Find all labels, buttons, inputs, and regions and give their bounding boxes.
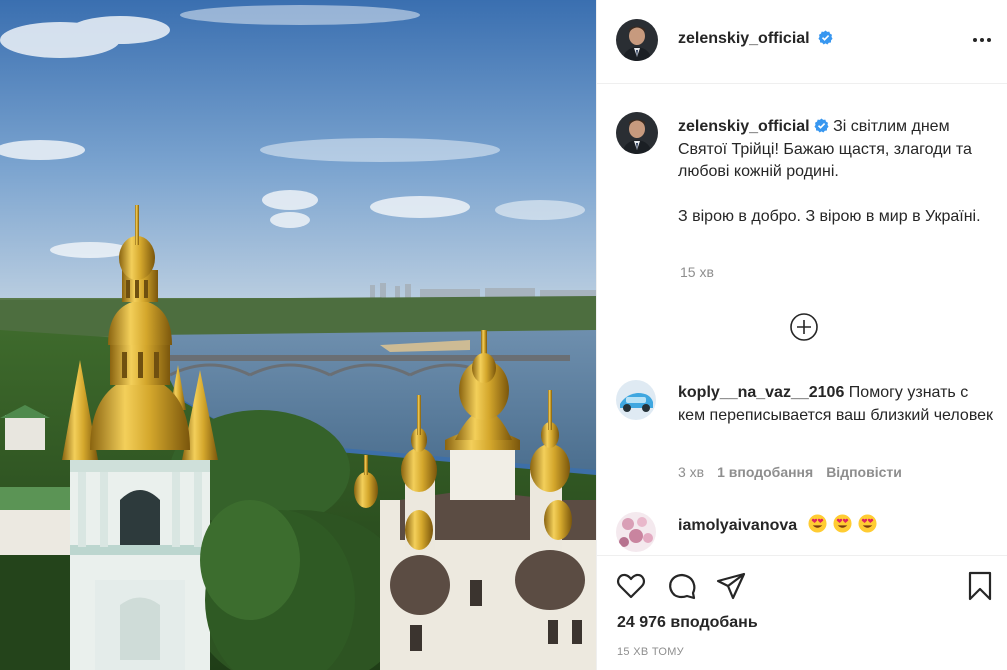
- comment-time[interactable]: 3 хв: [678, 464, 704, 480]
- post-photo[interactable]: [0, 0, 596, 670]
- author-username-text[interactable]: zelenskiy_official: [678, 30, 810, 47]
- heart-eyes-emoji-icon: [808, 514, 827, 533]
- post-header: zelenskiy_official: [597, 0, 1007, 84]
- more-dot: [987, 38, 991, 42]
- caption-body-2: З вірою в добро. З вірою в мир в Україні…: [678, 207, 981, 225]
- verified-badge-icon: [818, 30, 833, 45]
- more-dot: [980, 38, 984, 42]
- kyiv-lavra-photo: [0, 0, 596, 670]
- post-side-panel: zelenskiy_official zelenskiy_official Зі…: [596, 0, 1007, 670]
- bookmark-icon[interactable]: [964, 570, 996, 602]
- commenter-username[interactable]: iamolyaivanova: [678, 517, 797, 534]
- reply-button[interactable]: Відповісти: [826, 464, 902, 480]
- more-dot: [973, 38, 977, 42]
- caption-username[interactable]: zelenskiy_official: [678, 118, 829, 135]
- heart-eyes-emoji-icon: [833, 514, 852, 533]
- author-username[interactable]: zelenskiy_official: [678, 30, 833, 48]
- commenter-avatar[interactable]: [616, 380, 656, 420]
- caption-paragraph-1: zelenskiy_official Зі світлим днем Свято…: [678, 116, 996, 184]
- commenter-username[interactable]: koply__na_vaz__2106: [678, 384, 844, 401]
- caption-timestamp[interactable]: 15 хв: [680, 264, 714, 280]
- author-avatar[interactable]: [616, 19, 658, 61]
- caption-text: zelenskiy_official Зі світлим днем Свято…: [678, 116, 996, 228]
- comment-text: koply__na_vaz__2106 Помогу узнать с кем …: [678, 382, 996, 427]
- plus-circle-icon[interactable]: [789, 312, 819, 342]
- comment-likes[interactable]: 1 вподобання: [717, 464, 813, 480]
- commenter-avatar[interactable]: [616, 512, 656, 552]
- post-actions: 24 976 вподобань 15 ХВ ТОМУ: [597, 555, 1007, 670]
- comment-meta: 3 хв 1 вподобання Відповісти: [678, 464, 902, 480]
- post-timestamp[interactable]: 15 ХВ ТОМУ: [617, 646, 684, 658]
- caption-gap: [678, 184, 996, 206]
- heart-eyes-emoji-icon: [858, 514, 877, 533]
- caption-author-avatar[interactable]: [616, 112, 658, 154]
- more-options-icon[interactable]: [970, 28, 994, 52]
- comment-text: iamolyaivanova: [678, 514, 996, 538]
- caption-username-text[interactable]: zelenskiy_official: [678, 118, 810, 135]
- comment-emojis: [802, 514, 877, 534]
- verified-badge-icon: [814, 118, 829, 133]
- likes-count[interactable]: 24 976 вподобань: [617, 614, 758, 632]
- comment-icon[interactable]: [666, 570, 698, 602]
- heart-icon[interactable]: [615, 570, 647, 602]
- send-icon[interactable]: [715, 570, 747, 602]
